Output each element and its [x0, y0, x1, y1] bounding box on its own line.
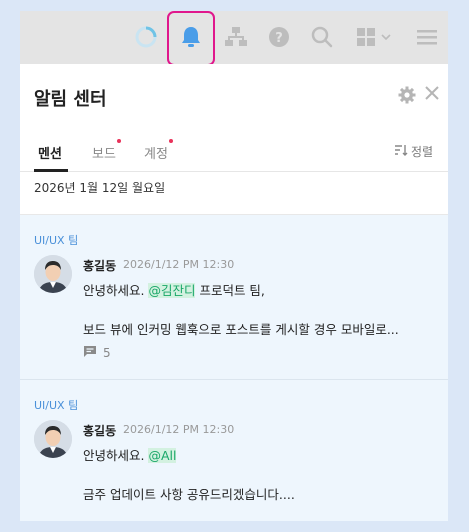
avatar — [34, 255, 72, 293]
mention-tag[interactable]: @김잔디 — [148, 283, 196, 298]
reply-count-value: 5 — [103, 346, 111, 360]
author-name: 홍길동 — [83, 259, 117, 273]
message-body: 금주 업데이트 사항 공유드리겠습니다.... — [83, 487, 295, 502]
bell-icon — [180, 25, 202, 53]
tab-account[interactable]: 계정 — [144, 143, 168, 162]
notification-center-header: 알림 센터 멘션 보드 계정 정렬 2026년 1월 12일 월요일 — [20, 64, 448, 215]
panel-title: 알림 센터 — [34, 89, 107, 110]
timestamp: 2026/1/12 PM 12:30 — [123, 423, 235, 436]
grid-apps-icon[interactable] — [353, 21, 397, 53]
message-first-line: 안녕하세요. @All — [83, 445, 177, 464]
account-unread-dot — [169, 139, 173, 143]
avatar — [34, 420, 72, 458]
message-continuation: 프로덕트 팀, — [195, 283, 265, 298]
team-label: UI/UX 팀 — [34, 399, 79, 412]
greeting-text: 안녕하세요. — [83, 283, 149, 298]
sort-label: 정렬 — [411, 145, 434, 159]
notification-window: ? 알림 센터 멘션 보드 계정 정렬 2026년 1월 12일 월요일 UI/… — [20, 11, 448, 521]
top-toolbar: ? — [20, 11, 448, 66]
reply-count[interactable]: 5 — [83, 345, 111, 361]
svg-text:?: ? — [275, 31, 283, 46]
greeting-text: 안녕하세요. — [83, 448, 149, 463]
timestamp: 2026/1/12 PM 12:30 — [123, 258, 235, 271]
author-name: 홍길동 — [83, 424, 117, 438]
notification-item[interactable]: UI/UX 팀 홍길동 2026/1/12 PM 12:30 안녕하세요. @A… — [20, 380, 448, 521]
message-body: 보드 뷰에 인커밍 웹훅으로 포스트를 게시할 경우 모바일로... — [83, 322, 399, 337]
message-first-line: 안녕하세요. @김잔디 프로덕트 팀, — [83, 280, 265, 299]
gear-icon[interactable] — [398, 86, 416, 108]
sort-icon — [394, 144, 408, 159]
close-icon[interactable] — [424, 85, 440, 105]
comment-icon — [83, 345, 97, 361]
loading-ring-icon — [130, 21, 162, 53]
search-icon[interactable] — [306, 21, 338, 53]
board-unread-dot — [117, 139, 121, 143]
help-icon[interactable]: ? — [263, 21, 295, 53]
mention-tag[interactable]: @All — [148, 448, 177, 463]
tab-board[interactable]: 보드 — [92, 143, 116, 162]
team-label: UI/UX 팀 — [34, 234, 79, 247]
date-header: 2026년 1월 12일 월요일 — [34, 181, 166, 195]
bell-button[interactable] — [167, 11, 215, 66]
tab-mention[interactable]: 멘션 — [38, 143, 62, 162]
sort-button[interactable]: 정렬 — [394, 143, 433, 160]
org-chart-icon[interactable] — [220, 21, 252, 53]
active-tab-indicator — [34, 169, 68, 172]
menu-icon[interactable] — [411, 21, 443, 53]
tab-bar: 멘션 보드 계정 정렬 — [20, 130, 448, 172]
notification-item[interactable]: UI/UX 팀 홍길동 2026/1/12 PM 12:30 안녕하세요. @김… — [20, 215, 448, 380]
